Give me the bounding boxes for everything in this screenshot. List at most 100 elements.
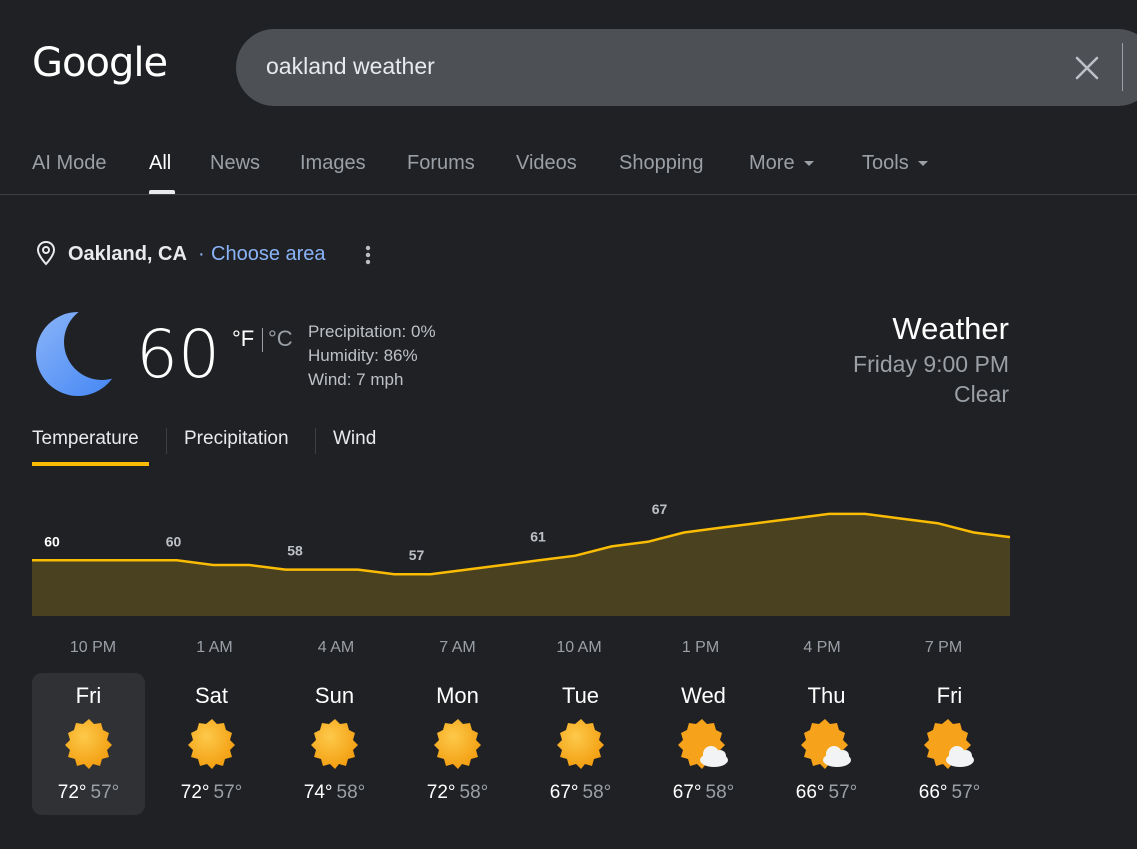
search-box[interactable]: oakland weather [236, 29, 1137, 106]
forecast-temps: 67° 58° [524, 782, 637, 804]
forecast-day[interactable]: Wed 67° 58° [647, 673, 760, 815]
tab-more-label: More [749, 152, 795, 174]
forecast-temps: 72° 58° [401, 782, 514, 804]
tab-more[interactable]: More [749, 152, 814, 175]
forecast-day[interactable]: Sat 72° 57° [155, 673, 268, 815]
location-name: Oakland, CA [68, 243, 187, 265]
time-axis-label: 1 AM [196, 639, 232, 656]
current-temperature: 60 [136, 316, 220, 393]
forecast-day-name: Thu [807, 683, 846, 708]
partly-cloudy-icon [678, 717, 730, 769]
forecast-day-name: Sat [194, 683, 229, 708]
unit-divider [262, 328, 263, 352]
forecast-high: 74° [303, 782, 333, 803]
forecast-day-name: Wed [681, 683, 726, 708]
precipitation-text: Precipitation: 0% [308, 322, 436, 341]
location-separator: · [198, 243, 205, 265]
chart-tab-temperature[interactable]: Temperature [32, 428, 139, 450]
forecast-day[interactable]: Tue 67° 58° [524, 673, 637, 815]
weather-condition: Clear [954, 381, 1009, 407]
temperature-point-label: 61 [530, 529, 546, 545]
sun-icon [186, 717, 238, 769]
partly-cloudy-icon [924, 717, 976, 769]
tab-shopping[interactable]: Shopping [619, 152, 704, 175]
forecast-day-name: Fri [936, 683, 963, 708]
weather-time: Friday 9:00 PM [853, 351, 1009, 377]
forecast-day-name: Mon [436, 683, 479, 708]
time-axis-label: 4 PM [803, 639, 840, 656]
forecast-high: 66° [795, 782, 825, 803]
forecast-temps: 72° 57° [32, 782, 145, 804]
temperature-point-label: 70 [895, 500, 911, 503]
weather-details: Precipitation: 0% Humidity: 86% Wind: 7 … [308, 320, 436, 392]
forecast-low: 57° [828, 782, 858, 803]
forecast-day[interactable]: Fri 72° 57° [32, 673, 145, 815]
forecast-low: 58° [582, 782, 612, 803]
more-options-icon[interactable] [363, 244, 373, 266]
chart-tab-divider [166, 428, 167, 454]
chevron-down-icon [917, 161, 928, 167]
tab-all[interactable]: All [149, 152, 171, 175]
location-pin-icon [36, 240, 56, 266]
time-axis-label: 10 PM [70, 639, 116, 656]
forecast-temps: 67° 58° [647, 782, 760, 804]
temperature-chart: 606058576167717010 PM1 AM4 AM7 AM10 AM1 … [32, 500, 1011, 656]
header: Google oakland weather [0, 0, 1137, 130]
forecast-temps: 72° 57° [155, 782, 268, 804]
forecast-low: 58° [705, 782, 735, 803]
forecast-temps: 74° 58° [278, 782, 391, 804]
forecast-low: 58° [459, 782, 489, 803]
tab-videos[interactable]: Videos [516, 152, 577, 175]
forecast-low: 57° [213, 782, 243, 803]
tab-tools-label: Tools [862, 152, 909, 174]
search-input[interactable]: oakland weather [266, 53, 435, 80]
sun-icon [309, 717, 361, 769]
unit-celsius[interactable]: °C [268, 326, 293, 352]
forecast-day[interactable]: Thu 66° 57° [770, 673, 883, 815]
chart-tab-wind[interactable]: Wind [333, 428, 376, 450]
forecast-temps: 66° 57° [770, 782, 883, 804]
temperature-point-label: 60 [166, 533, 182, 549]
forecast-day[interactable]: Mon 72° 58° [401, 673, 514, 815]
forecast-low: 58° [336, 782, 366, 803]
time-axis-label: 7 AM [439, 639, 475, 656]
tab-tools[interactable]: Tools [862, 152, 928, 175]
forecast-high: 66° [918, 782, 948, 803]
forecast-high: 72° [57, 782, 87, 803]
active-chart-tab-indicator [32, 462, 149, 466]
active-tab-indicator [149, 190, 175, 194]
google-logo[interactable]: Google [32, 40, 168, 86]
forecast-high: 72° [426, 782, 456, 803]
temperature-area [32, 513, 1010, 616]
choose-area-link[interactable]: Choose area [211, 243, 326, 266]
chart-tab-divider [315, 428, 316, 454]
forecast-day-name: Fri [75, 683, 102, 708]
sun-icon [63, 717, 115, 769]
temperature-point-label: 60 [44, 533, 60, 549]
forecast-low: 57° [90, 782, 120, 803]
forecast-day[interactable]: Fri 66° 57° [893, 673, 1006, 815]
tab-forums[interactable]: Forums [407, 152, 475, 175]
moon-icon [36, 312, 120, 396]
tab-images[interactable]: Images [300, 152, 366, 175]
forecast-high: 72° [180, 782, 210, 803]
time-axis-label: 7 PM [925, 639, 962, 656]
wind-text: Wind: 7 mph [308, 370, 404, 389]
unit-fahrenheit[interactable]: °F [232, 326, 254, 352]
forecast-day[interactable]: Sun 74° 58° [278, 673, 391, 815]
clear-search-icon[interactable] [1072, 53, 1102, 83]
tab-news[interactable]: News [210, 152, 260, 175]
time-axis-label: 4 AM [318, 639, 354, 656]
forecast-low: 57° [951, 782, 981, 803]
chart-tab-precipitation[interactable]: Precipitation [184, 428, 289, 450]
tab-ai-mode[interactable]: AI Mode [32, 152, 106, 175]
forecast-day-name: Sun [314, 683, 355, 708]
weather-title: Weather [892, 311, 1009, 346]
search-tabs: AI Mode All News Images Forums Videos Sh… [0, 140, 1137, 195]
temperature-point-label: 57 [409, 547, 425, 563]
time-axis-label: 1 PM [682, 639, 719, 656]
sun-icon [555, 717, 607, 769]
sun-icon [432, 717, 484, 769]
chevron-down-icon [803, 161, 814, 167]
forecast-temps: 66° 57° [893, 782, 1006, 804]
